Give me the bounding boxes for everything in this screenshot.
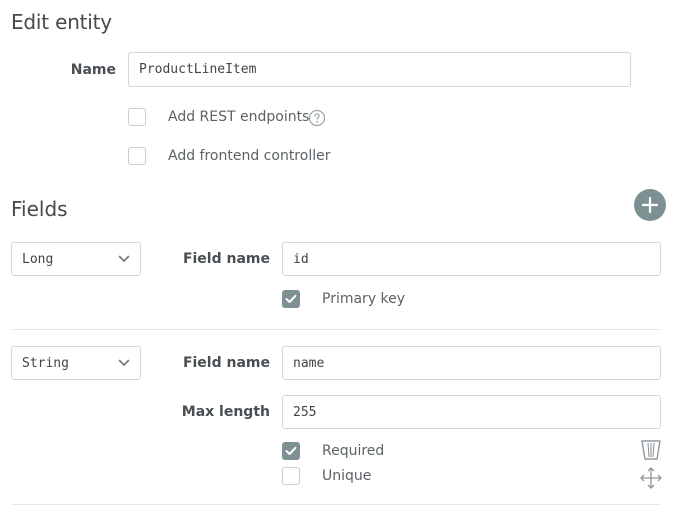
delete-field-button[interactable] bbox=[640, 439, 662, 461]
trash-icon bbox=[641, 440, 661, 460]
primary-key-checkbox[interactable] bbox=[282, 290, 300, 308]
entity-name-input[interactable]: ProductLineItem bbox=[128, 52, 631, 87]
plus-icon bbox=[641, 196, 659, 214]
field-type-value-2: String bbox=[22, 355, 69, 371]
move-field-handle[interactable] bbox=[640, 467, 662, 489]
chevron-down-icon bbox=[118, 359, 130, 366]
max-length-value: 255 bbox=[293, 404, 317, 420]
primary-key-label: Primary key bbox=[322, 291, 406, 307]
rest-endpoints-checkbox[interactable] bbox=[128, 108, 146, 126]
required-label: Required bbox=[322, 443, 385, 459]
field-name-input-1[interactable]: id bbox=[282, 242, 661, 276]
checkmark-icon bbox=[285, 294, 297, 303]
frontend-controller-label: Add frontend controller bbox=[168, 148, 331, 164]
chevron-down-icon bbox=[118, 255, 130, 262]
max-length-label: Max length bbox=[181, 404, 270, 420]
field-divider-bottom bbox=[11, 504, 661, 505]
field-divider bbox=[11, 329, 661, 330]
field-name-input-2[interactable]: name bbox=[282, 346, 661, 380]
unique-label: Unique bbox=[322, 468, 372, 484]
field-name-label-2: Field name bbox=[182, 355, 270, 371]
checkmark-icon bbox=[285, 446, 297, 455]
max-length-input[interactable]: 255 bbox=[282, 395, 661, 429]
field-type-select-2[interactable]: String bbox=[11, 346, 141, 380]
move-arrows-icon bbox=[640, 467, 662, 489]
rest-endpoints-label: Add REST endpoints bbox=[168, 109, 310, 125]
fields-title: Fields bbox=[11, 197, 68, 221]
required-checkbox[interactable] bbox=[282, 442, 300, 460]
field-name-value-1: id bbox=[293, 251, 309, 267]
page-title: Edit entity bbox=[11, 10, 112, 34]
field-type-select-1[interactable]: Long bbox=[11, 242, 141, 276]
field-type-value-1: Long bbox=[22, 251, 54, 267]
frontend-controller-checkbox[interactable] bbox=[128, 147, 146, 165]
help-icon[interactable] bbox=[308, 109, 326, 127]
unique-checkbox[interactable] bbox=[282, 467, 300, 485]
name-label: Name bbox=[70, 62, 116, 78]
field-name-label-1: Field name bbox=[182, 251, 270, 267]
field-name-value-2: name bbox=[293, 355, 325, 371]
add-field-button[interactable] bbox=[634, 189, 666, 221]
entity-name-value: ProductLineItem bbox=[139, 62, 257, 77]
